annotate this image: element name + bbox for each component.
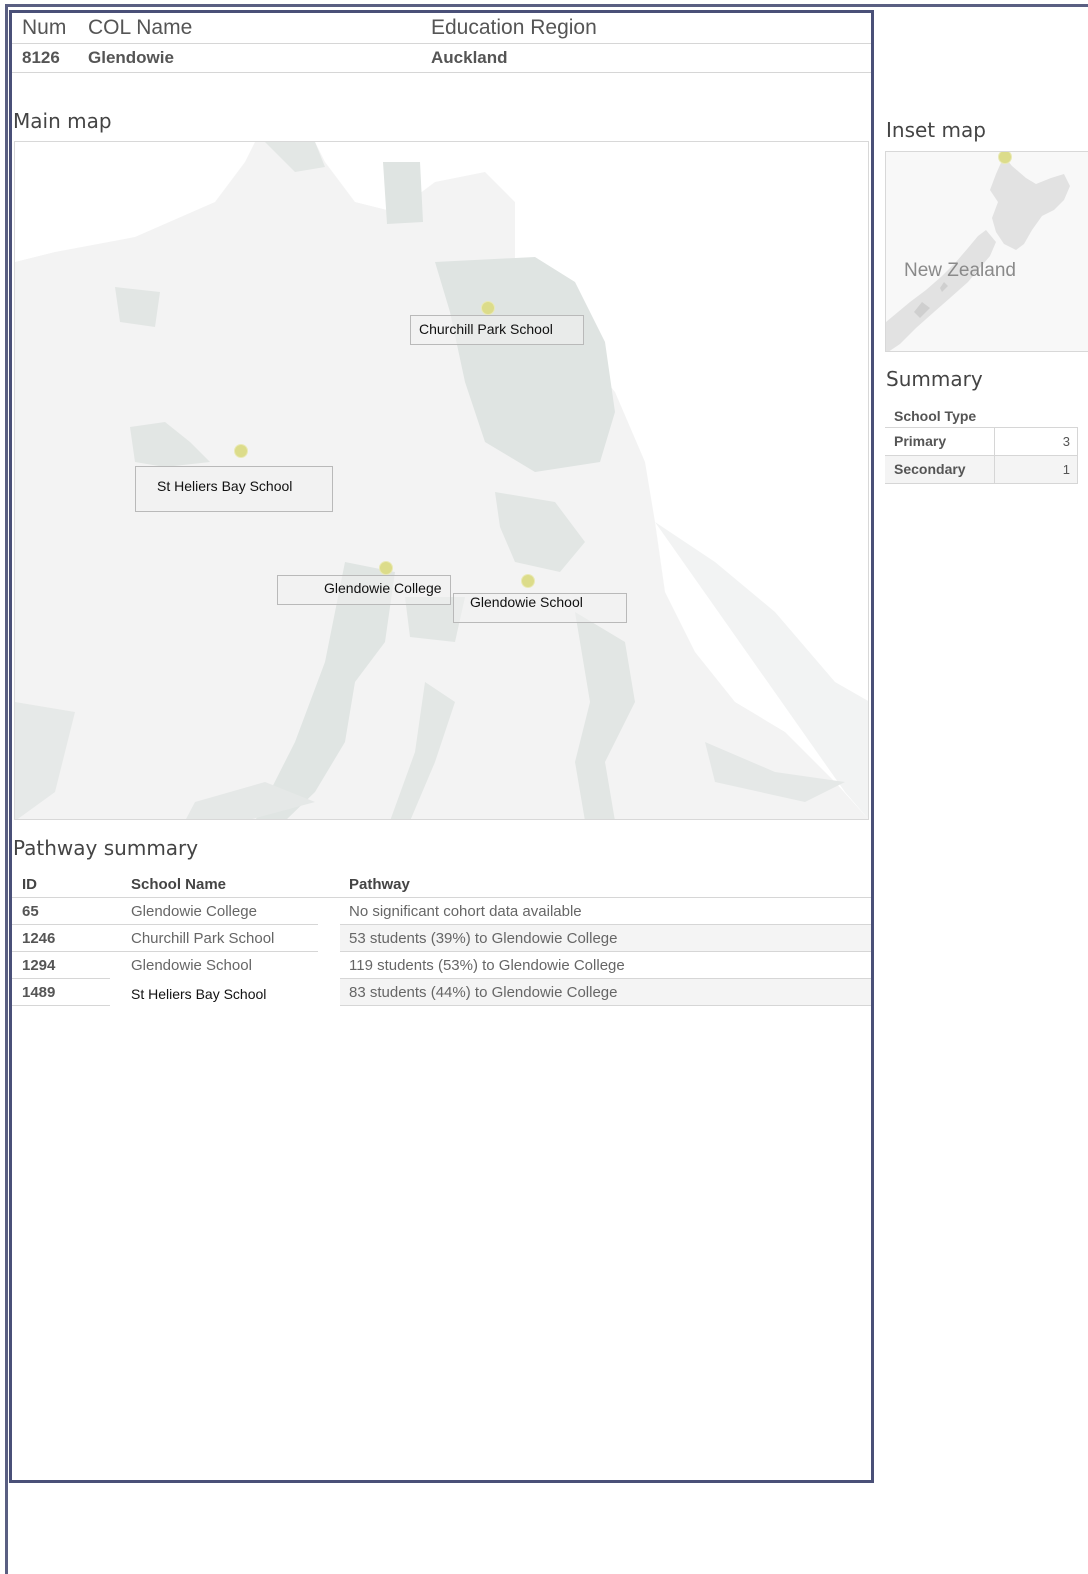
map-label-st-heliers-bay[interactable]: St Heliers Bay School bbox=[135, 466, 333, 512]
map-label-text: Churchill Park School bbox=[419, 321, 553, 337]
column-header-region[interactable]: Education Region bbox=[431, 13, 597, 43]
school-type-label: Secondary bbox=[894, 461, 966, 477]
country-label: New Zealand bbox=[904, 260, 1016, 281]
map-label-glendowie-college[interactable]: Glendowie College bbox=[277, 575, 451, 605]
pathway-school-name: Glendowie School bbox=[131, 957, 252, 974]
pathway-school-name: St Heliers Bay School bbox=[131, 986, 267, 1002]
school-type-label: Primary bbox=[894, 433, 947, 449]
school-marker-glendowie-school[interactable] bbox=[521, 574, 535, 588]
header-row: Num COL Name Education Region bbox=[12, 13, 871, 44]
pathway-table: ID School Name Pathway 65 Glendowie Coll… bbox=[12, 873, 871, 1006]
table-row[interactable]: Primary 3 bbox=[885, 428, 1078, 456]
pathway-id: 65 bbox=[22, 903, 39, 920]
summary-table: School Type Primary 3 Secondary 1 bbox=[885, 406, 1078, 484]
map-label-glendowie-school[interactable]: Glendowie School bbox=[453, 593, 627, 623]
region-value: Auckland bbox=[431, 48, 508, 67]
map-label-text: St Heliers Bay School bbox=[157, 478, 293, 494]
col-data-row[interactable]: 8126 Glendowie Auckland bbox=[12, 44, 871, 73]
pathway-text: 53 students (39%) to Glendowie College bbox=[349, 930, 618, 947]
pathway-text: No significant cohort data available bbox=[349, 903, 582, 920]
col-num-value: 8126 bbox=[22, 48, 60, 67]
inset-map-title: Inset map bbox=[886, 118, 986, 142]
school-marker-churchill-park[interactable] bbox=[481, 301, 495, 315]
main-map[interactable]: Churchill Park School St Heliers Bay Sch… bbox=[14, 141, 869, 820]
summary-title: Summary bbox=[886, 367, 983, 391]
column-header-id[interactable]: ID bbox=[22, 873, 37, 897]
column-header-school-type[interactable]: School Type bbox=[885, 406, 1078, 428]
column-header-col-name[interactable]: COL Name bbox=[88, 13, 192, 43]
pathway-id: 1294 bbox=[22, 957, 56, 974]
pathway-id: 1489 bbox=[22, 984, 56, 1001]
school-type-count: 3 bbox=[1062, 434, 1070, 449]
pathway-school-name: Glendowie College bbox=[131, 903, 257, 920]
table-row[interactable]: 1489 St Heliers Bay School 83 students (… bbox=[12, 979, 871, 1006]
column-header-school-name[interactable]: School Name bbox=[131, 873, 226, 897]
school-marker-glendowie-college[interactable] bbox=[379, 561, 393, 575]
pathway-text: 83 students (44%) to Glendowie College bbox=[349, 984, 618, 1001]
col-header-table: Num COL Name Education Region 8126 Glend… bbox=[12, 13, 871, 73]
inset-map[interactable]: New Zealand bbox=[885, 151, 1088, 352]
col-name-value: Glendowie bbox=[88, 48, 174, 67]
pathway-id: 1246 bbox=[22, 930, 56, 947]
main-map-title: Main map bbox=[13, 109, 112, 133]
map-label-text: Glendowie School bbox=[470, 594, 583, 610]
map-label-text: Glendowie College bbox=[324, 580, 442, 596]
column-header-pathway[interactable]: Pathway bbox=[349, 873, 410, 897]
pathway-school-name: Churchill Park School bbox=[131, 930, 275, 947]
table-row[interactable]: 65 Glendowie College No significant coho… bbox=[12, 898, 871, 925]
table-row[interactable]: 1246 Churchill Park School 53 students (… bbox=[12, 925, 871, 952]
school-type-count: 1 bbox=[1062, 462, 1070, 477]
pathway-header-row: ID School Name Pathway bbox=[12, 873, 871, 898]
table-row[interactable]: Secondary 1 bbox=[885, 456, 1078, 484]
map-label-churchill-park[interactable]: Churchill Park School bbox=[410, 315, 584, 345]
table-row[interactable]: 1294 Glendowie School 119 students (53%)… bbox=[12, 952, 871, 979]
school-marker-st-heliers-bay[interactable] bbox=[234, 444, 248, 458]
pathway-text: 119 students (53%) to Glendowie College bbox=[349, 957, 625, 974]
new-zealand-shape bbox=[886, 156, 1070, 351]
main-panel: Num COL Name Education Region 8126 Glend… bbox=[9, 10, 874, 1483]
pathway-summary-title: Pathway summary bbox=[13, 836, 199, 860]
column-header-num[interactable]: Num bbox=[22, 13, 66, 43]
